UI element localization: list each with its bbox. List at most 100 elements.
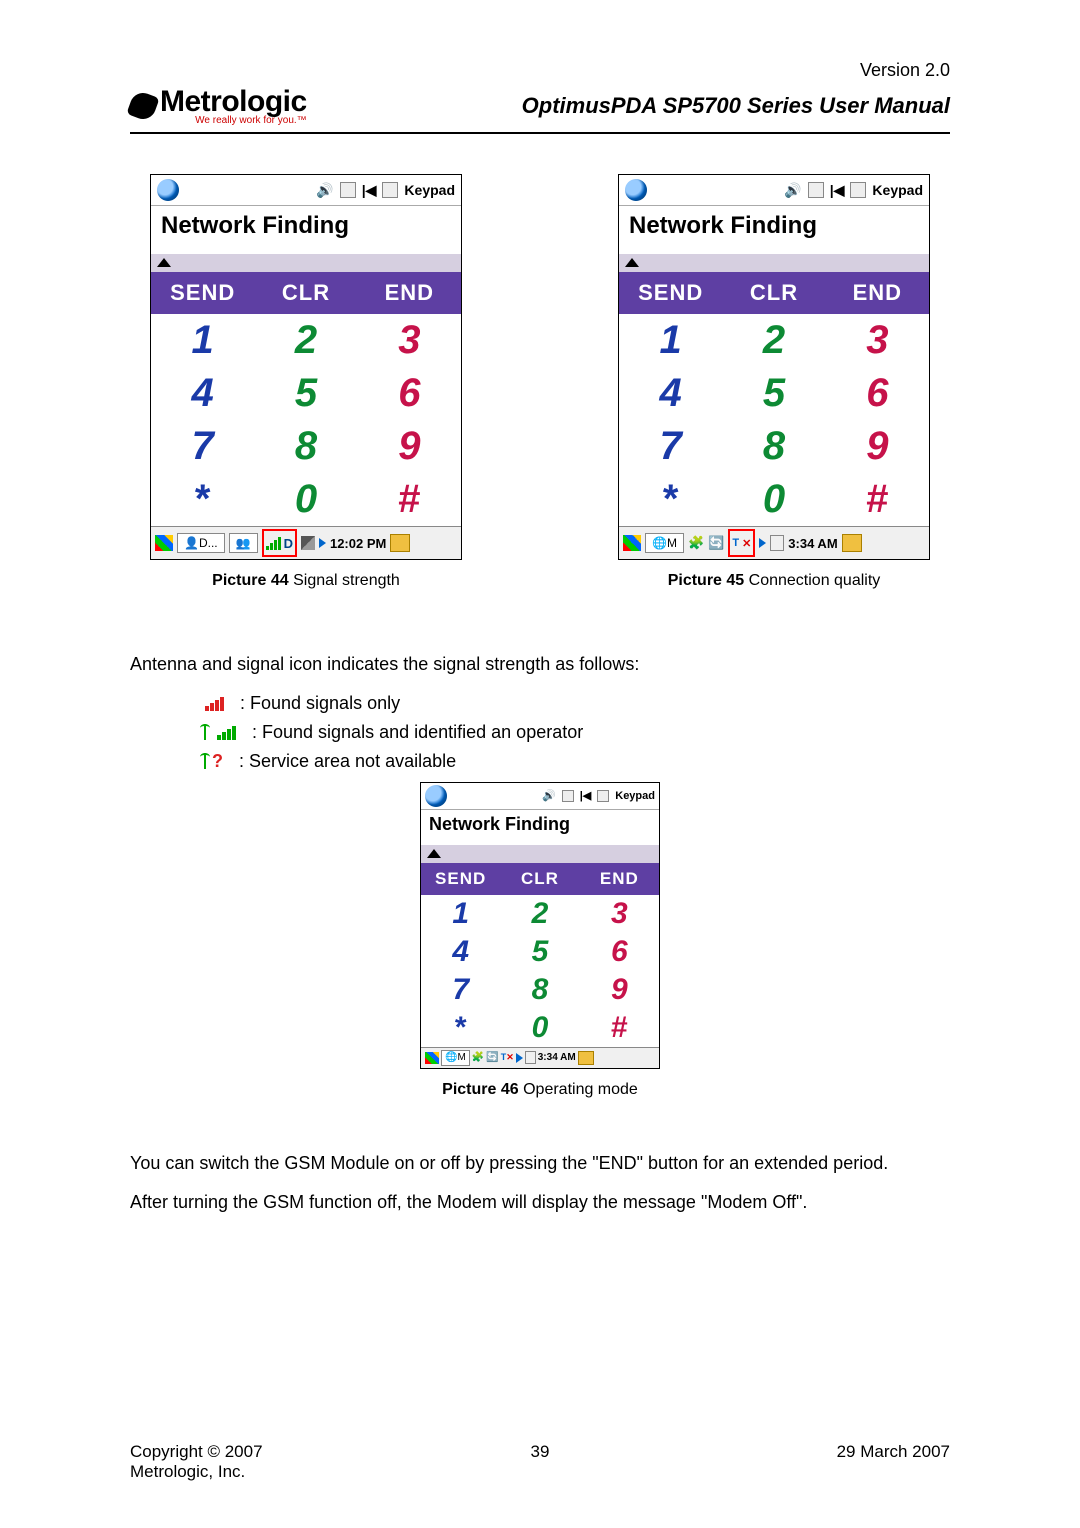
key-1[interactable]: 1	[151, 314, 254, 367]
screen-title: Network Finding	[151, 206, 461, 254]
doc-icon	[382, 182, 398, 198]
send-button[interactable]: SEND	[619, 272, 722, 314]
key-5[interactable]: 5	[722, 367, 825, 420]
screen-title: Network Finding	[619, 206, 929, 254]
caption-pic46: Picture 46 Operating mode	[442, 1081, 638, 1099]
send-button[interactable]: SEND	[151, 272, 254, 314]
globe-icon	[157, 179, 179, 201]
end-button[interactable]: END	[580, 863, 659, 895]
taskbar-time: 12:02 PM	[330, 536, 386, 551]
nav-left-icon: |◀	[830, 182, 845, 199]
up-arrow-bar	[151, 254, 461, 272]
screenshot-pic45: 🔊 |◀ Keypad Network Finding SEND CLR END…	[618, 174, 930, 560]
clr-button[interactable]: CLR	[500, 863, 579, 895]
signal-bars-icon	[266, 536, 281, 550]
tx-highlight-box: T✕	[728, 529, 755, 557]
key-9[interactable]: 9	[826, 420, 929, 473]
bullet-1-text: : Found signals only	[240, 693, 400, 714]
doc-icon	[597, 790, 609, 802]
speaker-icon: 🔊	[784, 182, 801, 199]
key-4[interactable]: 4	[421, 933, 500, 971]
sync-icon: 🔄	[708, 535, 724, 551]
key-9[interactable]: 9	[358, 420, 461, 473]
taskbar-time: 3:34 AM	[788, 536, 837, 551]
key-6[interactable]: 6	[580, 933, 659, 971]
end-button[interactable]: END	[358, 272, 461, 314]
bullet-2-text: : Found signals and identified an operat…	[252, 722, 583, 743]
taskbar-time: 3:34 AM	[538, 1052, 576, 1063]
signal-bars-green-icon	[212, 724, 236, 740]
globe-icon	[625, 179, 647, 201]
screen-title: Network Finding	[421, 810, 659, 845]
key-2[interactable]: 2	[500, 895, 579, 933]
start-icon	[623, 535, 641, 551]
key-star[interactable]: *	[151, 473, 254, 526]
taskbar-status: 👥	[229, 533, 258, 553]
page-footer: Copyright © 2007 Metrologic, Inc. 39 29 …	[130, 1442, 950, 1482]
key-3[interactable]: 3	[580, 895, 659, 933]
copyright-line1: Copyright © 2007	[130, 1442, 330, 1462]
arrow-right-icon	[516, 1053, 523, 1063]
antenna-icon	[200, 753, 210, 769]
start-icon	[155, 535, 173, 551]
nav-left-icon: |◀	[580, 789, 592, 802]
clr-button[interactable]: CLR	[254, 272, 357, 314]
key-7[interactable]: 7	[421, 971, 500, 1009]
sync-icon: 🔄	[486, 1052, 498, 1063]
arrow-right-icon	[759, 538, 766, 548]
start-icon	[425, 1052, 439, 1064]
key-7[interactable]: 7	[619, 420, 722, 473]
key-8[interactable]: 8	[254, 420, 357, 473]
key-0[interactable]: 0	[254, 473, 357, 526]
key-8[interactable]: 8	[500, 971, 579, 1009]
key-0[interactable]: 0	[722, 473, 825, 526]
key-8[interactable]: 8	[722, 420, 825, 473]
key-2[interactable]: 2	[254, 314, 357, 367]
key-6[interactable]: 6	[826, 367, 929, 420]
key-9[interactable]: 9	[580, 971, 659, 1009]
key-hash[interactable]: #	[358, 473, 461, 526]
intro-text: Antenna and signal icon indicates the si…	[130, 650, 950, 679]
key-6[interactable]: 6	[358, 367, 461, 420]
key-3[interactable]: 3	[358, 314, 461, 367]
key-0[interactable]: 0	[500, 1009, 579, 1047]
document-title: OptimusPDA SP5700 Series User Manual	[522, 93, 950, 119]
arrow-right-icon	[319, 538, 326, 548]
speaker-icon: 🔊	[542, 789, 556, 802]
mail-icon	[808, 182, 824, 198]
desktop-icon	[390, 534, 410, 552]
status-icon: 🧩	[472, 1052, 484, 1063]
page-number: 39	[330, 1442, 750, 1482]
up-arrow-bar	[421, 845, 659, 863]
taskbar-app: 🌐M	[441, 1050, 470, 1066]
key-3[interactable]: 3	[826, 314, 929, 367]
key-4[interactable]: 4	[619, 367, 722, 420]
globe-icon	[425, 785, 447, 807]
key-1[interactable]: 1	[619, 314, 722, 367]
key-hash[interactable]: #	[580, 1009, 659, 1047]
gsm-text-1: You can switch the GSM Module on or off …	[130, 1149, 950, 1178]
screenshot-pic46: 🔊 |◀ Keypad Network Finding SEND CLR END…	[420, 782, 660, 1069]
mail-icon	[562, 790, 574, 802]
key-5[interactable]: 5	[500, 933, 579, 971]
doc-icon	[850, 182, 866, 198]
taskbar-app: 🌐M	[645, 533, 684, 553]
taskbar-app: 👤 D...	[177, 533, 225, 553]
end-button[interactable]: END	[826, 272, 929, 314]
send-button[interactable]: SEND	[421, 863, 500, 895]
desktop-icon	[842, 534, 862, 552]
logo-icon	[126, 89, 159, 122]
key-4[interactable]: 4	[151, 367, 254, 420]
footer-date: 29 March 2007	[750, 1442, 950, 1482]
key-star[interactable]: *	[421, 1009, 500, 1047]
key-7[interactable]: 7	[151, 420, 254, 473]
top-label: Keypad	[404, 182, 455, 198]
key-2[interactable]: 2	[722, 314, 825, 367]
key-5[interactable]: 5	[254, 367, 357, 420]
key-star[interactable]: *	[619, 473, 722, 526]
key-1[interactable]: 1	[421, 895, 500, 933]
key-hash[interactable]: #	[826, 473, 929, 526]
clr-button[interactable]: CLR	[722, 272, 825, 314]
logo: Metrologic We really work for you.™	[130, 85, 307, 126]
tx-icon: T✕	[501, 1052, 514, 1063]
